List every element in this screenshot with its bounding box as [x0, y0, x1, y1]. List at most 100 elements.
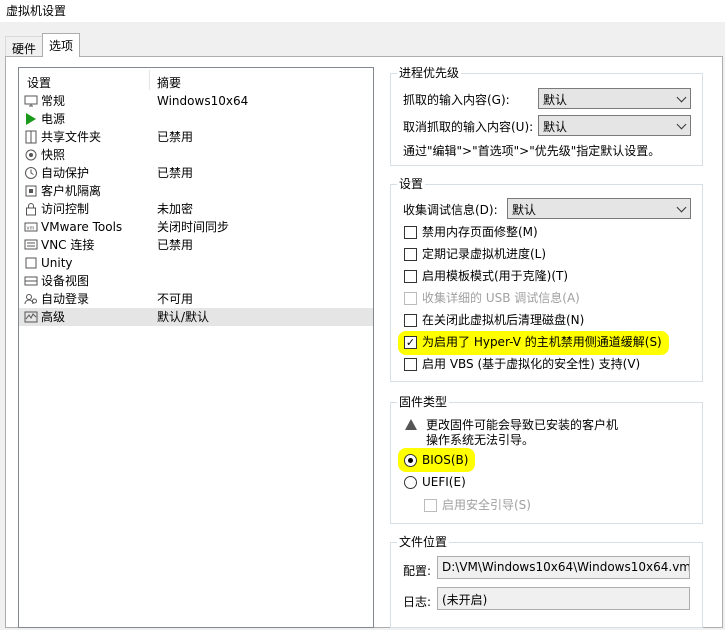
- ungrabbed-input-select[interactable]: 默认: [538, 115, 691, 136]
- checkbox-box: [404, 248, 417, 261]
- snapshot-icon: [24, 148, 38, 162]
- list-item-guest-isolation[interactable]: 客户机隔离: [19, 182, 373, 200]
- list-item-name: 设备视图: [41, 274, 90, 288]
- monitor-icon: [24, 94, 38, 108]
- ungrabbed-input-label: 取消抓取的输入内容(U):: [403, 120, 534, 134]
- config-label: 配置:: [403, 564, 432, 578]
- grabbed-input-label: 抓取的输入内容(G):: [403, 93, 510, 107]
- list-item-summary: 不可用: [157, 292, 194, 306]
- list-item-autoprotect[interactable]: 自动保护 已禁用: [19, 164, 373, 182]
- debug-info-label: 收集调试信息(D):: [403, 203, 498, 217]
- list-item-general[interactable]: 常规 Windows10x64: [19, 92, 373, 110]
- unity-icon: [24, 256, 38, 270]
- log-path-field[interactable]: (未开启): [437, 587, 690, 610]
- radio-dot: [404, 476, 417, 489]
- firmware-warning-line2: 操作系统无法引导。: [426, 433, 535, 447]
- device-view-icon: [24, 274, 38, 288]
- select-value: 默认: [543, 93, 568, 107]
- checkbox-box: [404, 270, 417, 283]
- list-item-summary: 已禁用: [157, 166, 194, 180]
- list-item-name: 自动保护: [41, 166, 90, 180]
- list-item-summary: 默认/默认: [157, 310, 210, 324]
- column-header-setting[interactable]: 设置: [27, 74, 51, 91]
- process-priority-group: 进程优先级 抓取的输入内容(G): 默认 取消抓取的输入内容(U): 默认 通过…: [390, 65, 703, 166]
- list-item-name: 电源: [41, 112, 66, 126]
- checkbox-box: [424, 499, 437, 512]
- select-value: 默认: [512, 203, 537, 217]
- list-item-access-control[interactable]: 访问控制 未加密: [19, 200, 373, 218]
- checkbox-box: [404, 314, 417, 327]
- group-title: 固件类型: [397, 394, 450, 410]
- list-item-unity[interactable]: Unity: [19, 254, 373, 272]
- list-item-power[interactable]: 电源: [19, 110, 373, 128]
- play-icon: [24, 112, 38, 126]
- group-title: 设置: [397, 176, 426, 192]
- list-item-summary: 关闭时间同步: [157, 220, 230, 234]
- config-path-field[interactable]: D:\VM\Windows10x64\Windows10x64.vmx: [437, 556, 690, 579]
- clock-icon: [24, 166, 38, 180]
- list-item-advanced[interactable]: 高级 默认/默认: [19, 308, 373, 326]
- list-item-name: 常规: [41, 94, 66, 108]
- list-item-shared-folders[interactable]: 共享文件夹 已禁用: [19, 128, 373, 146]
- list-item-summary: 已禁用: [157, 238, 194, 252]
- tab-options[interactable]: 选项: [42, 33, 81, 57]
- chevron-down-icon: [676, 119, 687, 130]
- checkbox-label: 定期记录虚拟机进度(L): [422, 247, 547, 261]
- list-item-summary: Windows10x64: [157, 94, 249, 108]
- checkbox-box: [404, 358, 417, 371]
- debug-info-select[interactable]: 默认: [507, 198, 691, 219]
- list-item-name: 客户机隔离: [41, 184, 102, 198]
- checkbox-label: 为启用了 Hyper-V 的主机禁用侧通道缓解(S): [422, 335, 662, 349]
- list-item-snapshots[interactable]: 快照: [19, 146, 373, 164]
- checkbox-label: 收集详细的 USB 调试信息(A): [422, 291, 580, 305]
- list-item-autologin[interactable]: 自动登录 不可用: [19, 290, 373, 308]
- checkbox-label: 启用模板模式(用于克隆)(T): [422, 269, 569, 283]
- lock-icon: [24, 202, 38, 216]
- autologin-icon: [24, 292, 38, 306]
- vnc-icon: [24, 238, 38, 252]
- list-item-name: VNC 连接: [41, 238, 95, 252]
- svg-text:vm: vm: [27, 226, 35, 232]
- list-item-vnc[interactable]: VNC 连接 已禁用: [19, 236, 373, 254]
- list-item-name: 自动登录: [41, 292, 90, 306]
- checkbox-label: 启用安全引导(S): [442, 498, 531, 512]
- select-value: 默认: [543, 120, 568, 134]
- log-path-value: (未开启): [442, 593, 488, 607]
- grabbed-input-select[interactable]: 默认: [538, 88, 691, 109]
- checkbox-box: [404, 226, 417, 239]
- list-item-name: 访问控制: [41, 202, 90, 216]
- list-header: 设置 摘要: [19, 68, 373, 92]
- chevron-down-icon: [676, 92, 687, 103]
- vmware-tools-icon: vm: [24, 220, 38, 234]
- column-header-summary[interactable]: 摘要: [157, 74, 181, 91]
- list-item-name: 共享文件夹: [41, 130, 102, 144]
- tab-hardware[interactable]: 硬件: [5, 36, 44, 57]
- window-title: 虚拟机设置: [6, 4, 67, 18]
- list-item-name: Unity: [41, 256, 73, 270]
- list-item-name: VMware Tools: [41, 220, 123, 234]
- checkbox-box: [404, 292, 417, 305]
- checkbox-box: ✓: [404, 336, 417, 349]
- list-item-device-view[interactable]: 设备视图: [19, 272, 373, 290]
- list-item-summary: 已禁用: [157, 130, 194, 144]
- warning-icon: [405, 419, 417, 430]
- settings-group: 设置 收集调试信息(D): 默认 禁用内存页面修整(M) 定期记录虚拟机进度(L…: [390, 176, 703, 382]
- firmware-group: 固件类型 更改固件可能会导致已安装的客户机 操作系统无法引导。 BIOS(B) …: [390, 394, 703, 524]
- group-title: 进程优先级: [397, 65, 462, 81]
- priority-note: 通过"编辑">"首选项">"优先级"指定默认设置。: [403, 144, 661, 158]
- log-label: 日志:: [403, 595, 432, 609]
- chevron-down-icon: [676, 202, 687, 213]
- group-title: 文件位置: [397, 534, 450, 550]
- tab-strip: 硬件 选项: [5, 33, 81, 57]
- window-titlebar: 虚拟机设置: [0, 0, 725, 22]
- list-item-vmware-tools[interactable]: vm VMware Tools 关闭时间同步: [19, 218, 373, 236]
- config-path-value: D:\VM\Windows10x64\Windows10x64.vmx: [442, 560, 690, 574]
- list-item-summary: 未加密: [157, 202, 194, 216]
- radio-label: UEFI(E): [422, 475, 466, 489]
- checkbox-label: 启用 VBS (基于虚拟化的安全性) 支持(V): [422, 357, 641, 371]
- file-location-group: 文件位置 配置: D:\VM\Windows10x64\Windows10x64…: [390, 534, 703, 628]
- guest-isolation-icon: [24, 184, 38, 198]
- radio-label: BIOS(B): [422, 453, 469, 467]
- list-item-name: 快照: [41, 148, 66, 162]
- shared-folder-icon: [24, 130, 38, 144]
